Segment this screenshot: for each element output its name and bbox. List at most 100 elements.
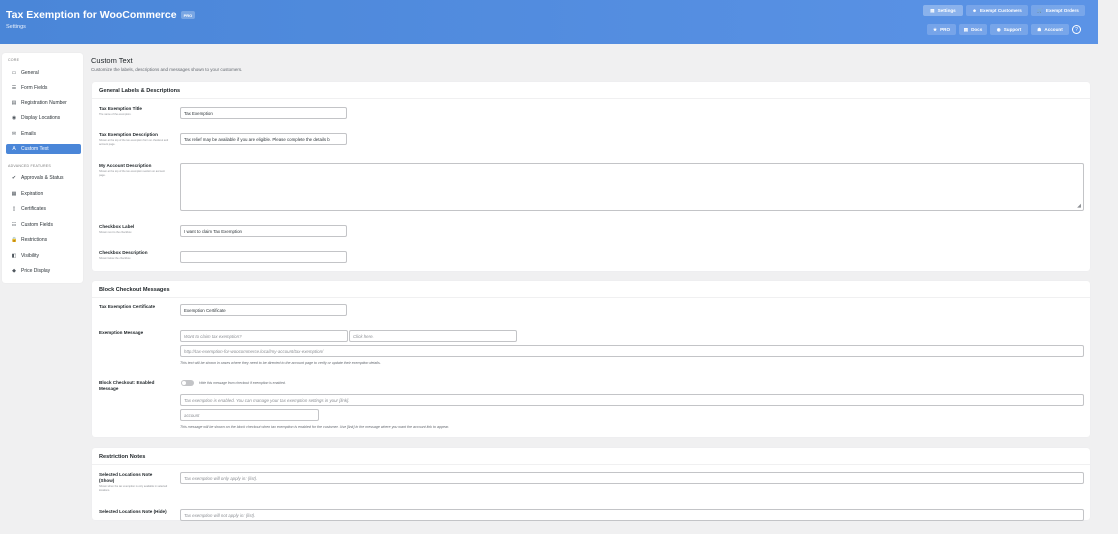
field-help: Shown at the top of the tax exemption fo… (99, 139, 169, 146)
sidebar-item-label: Price Display (21, 268, 51, 274)
eye-icon: ◉ (11, 115, 17, 121)
field-help: The name of the exemption. (99, 113, 132, 116)
sidebar-item-price-display[interactable]: ◆ Price Display (6, 266, 81, 276)
nav-exempt-customers-button[interactable]: ☻ Exempt Customers (966, 5, 1028, 16)
sidebar-item-label: Custom Fields (21, 222, 53, 228)
visibility-icon: ◧ (11, 253, 17, 259)
sidebar-item-label: Approvals & Status (21, 175, 64, 181)
exemption-message-input[interactable]: Want to claim tax exemption? (180, 330, 348, 342)
support-link-button[interactable]: ◉ Support (990, 24, 1028, 35)
exemption-message-description: This text will be shown in cases where t… (180, 361, 381, 365)
settings-sidebar: CORE ▭ General ☰ Form Fields ▤ Registration… (2, 53, 83, 283)
locations-hide-note-input[interactable]: Tax exemption will not apply in: {list}. (180, 509, 1084, 521)
star-icon: ★ (932, 26, 938, 32)
locations-show-note-input[interactable]: Tax exemption will only apply in: {list}… (180, 472, 1084, 484)
general-labels-card: General Labels & Descriptions Tax Exempt… (92, 82, 1090, 271)
section-divider (92, 464, 1090, 465)
sidebar-item-label: Custom Text (21, 146, 49, 152)
sidebar-item-custom-fields[interactable]: ☷ Custom Fields (6, 220, 81, 230)
page: { "header": { "title": "Tax Exemption fo… (0, 0, 1118, 534)
field-label: Checkbox Label (99, 224, 135, 229)
support-link-label: Support (1003, 27, 1022, 32)
plugin-title: Tax Exemption for WooCommerce PRO (6, 9, 196, 21)
block-checkout-card: Block Checkout Messages Tax Exemption Ce… (92, 281, 1090, 437)
field-label: Tax Exemption Description (99, 132, 158, 137)
field-label: Tax Exemption Title (99, 106, 142, 111)
exemption-description-input[interactable]: Tax relief may be available if you are e… (180, 133, 347, 145)
account-link-button[interactable]: ☗ Account (1031, 24, 1069, 35)
checkbox-description-input[interactable] (180, 251, 347, 263)
users-icon: ☻ (972, 8, 977, 13)
sidebar-item-label: Expiration (21, 191, 44, 197)
sidebar-item-label: Certificates (21, 206, 47, 212)
sidebar-item-label: Form Fields (21, 85, 48, 91)
sidebar-item-label: Display Locations (21, 115, 61, 121)
account-description-textarea[interactable]: ◢ (180, 163, 1084, 211)
sidebar-item-emails[interactable]: ✉ Emails (6, 129, 81, 139)
section-title: Block Checkout Messages (99, 287, 170, 293)
sidebar-item-label: Visibility (21, 253, 39, 259)
cart-icon: 🛒 (1037, 7, 1043, 13)
pro-link-button[interactable]: ★ PRO (927, 24, 956, 35)
calendar-icon: ▦ (11, 191, 17, 197)
support-icon: ◉ (996, 26, 1001, 32)
sidebar-heading-advanced: ADVANCED FEATURES (8, 164, 52, 168)
sidebar-item-expiration[interactable]: ▦ Expiration (6, 189, 81, 199)
sidebar-item-restrictions[interactable]: 🔒 Restrictions (6, 235, 81, 245)
exemption-link-url-input[interactable]: http://tax-exemption-for-woocommerce.loc… (180, 345, 1084, 357)
registration-icon: ▤ (11, 100, 17, 106)
sidebar-item-form-fields[interactable]: ☰ Form Fields (6, 83, 81, 93)
sidebar-item-custom-text[interactable]: A Custom Text (6, 144, 81, 154)
hide-message-toggle[interactable] (181, 380, 194, 386)
form-fields-icon: ☰ (11, 85, 17, 91)
page-subtitle: Settings (6, 24, 26, 30)
account-link-text-input[interactable]: account (180, 409, 319, 421)
nav-exempt-customers-label: Exempt Customers (979, 8, 1022, 13)
sidebar-heading-core: CORE (8, 58, 20, 62)
pro-link-label: PRO (940, 27, 951, 32)
plugin-title-text: Tax Exemption for WooCommerce (6, 9, 177, 21)
sidebar-item-label: Registration Number (21, 100, 67, 106)
field-help: Shown at the top of the tax exemption se… (99, 170, 165, 177)
sidebar-item-approvals-status[interactable]: ✔ Approvals & Status (6, 173, 81, 183)
help-icon[interactable]: ? (1072, 25, 1081, 34)
fields-icon: ☷ (11, 222, 17, 228)
certificate-icon: ▯ (12, 206, 16, 212)
enabled-message-description: This message will be shown on the block … (180, 425, 450, 429)
sidebar-item-certificates[interactable]: ▯ Certificates (6, 204, 81, 214)
sidebar-item-general[interactable]: ▭ General (6, 68, 81, 78)
nav-exempt-orders-button[interactable]: 🛒 Exempt Orders (1031, 5, 1085, 16)
sidebar-item-visibility[interactable]: ◧ Visibility (6, 251, 81, 261)
field-help: Shown below the checkbox. (99, 257, 132, 260)
section-divider (92, 98, 1090, 99)
email-icon: ✉ (11, 131, 17, 137)
check-icon: ✔ (11, 175, 17, 181)
top-header: Tax Exemption for WooCommerce PRO Settin… (0, 0, 1098, 44)
page-title: Custom Text (91, 56, 133, 65)
exemption-title-input[interactable]: Tax Exemption (180, 107, 347, 119)
pro-badge: PRO (180, 11, 196, 19)
field-help: Shown next to the checkbox. (99, 231, 133, 234)
field-label: Checkbox Description (99, 250, 148, 255)
nav-settings-button[interactable]: ▤ Settings (923, 5, 963, 16)
sidebar-item-registration-number[interactable]: ▤ Registration Number (6, 98, 81, 108)
toggle-description: Hide this message from checkout if exemp… (199, 381, 286, 385)
lock-icon: 🔒 (11, 237, 18, 243)
settings-icon: ▤ (930, 7, 935, 13)
enabled-message-input[interactable]: Tax exemption is enabled. You can manage… (180, 394, 1084, 406)
section-title: Restriction Notes (99, 454, 146, 460)
checkbox-label-input[interactable]: I want to claim Tax Exemption (180, 225, 347, 237)
tag-icon: ◆ (12, 268, 16, 274)
restriction-notes-card: Restriction Notes Selected Locations Not… (92, 448, 1090, 521)
sidebar-item-display-locations[interactable]: ◉ Display Locations (6, 113, 81, 123)
field-label: Block Checkout: Enabled Message (99, 380, 155, 391)
section-title: General Labels & Descriptions (99, 88, 181, 94)
nav-settings-label: Settings (937, 8, 956, 13)
text-icon: A (12, 146, 16, 152)
field-help: Shown when the tax exemption is only ava… (99, 485, 168, 492)
resize-handle-icon[interactable]: ◢ (1077, 203, 1081, 209)
certificate-label-input[interactable]: Exemption Certificate (180, 304, 347, 316)
account-link-label: Account (1044, 27, 1063, 32)
exemption-link-text-input[interactable]: Click here. (349, 330, 517, 342)
docs-link-button[interactable]: ▤ Docs (959, 24, 987, 35)
